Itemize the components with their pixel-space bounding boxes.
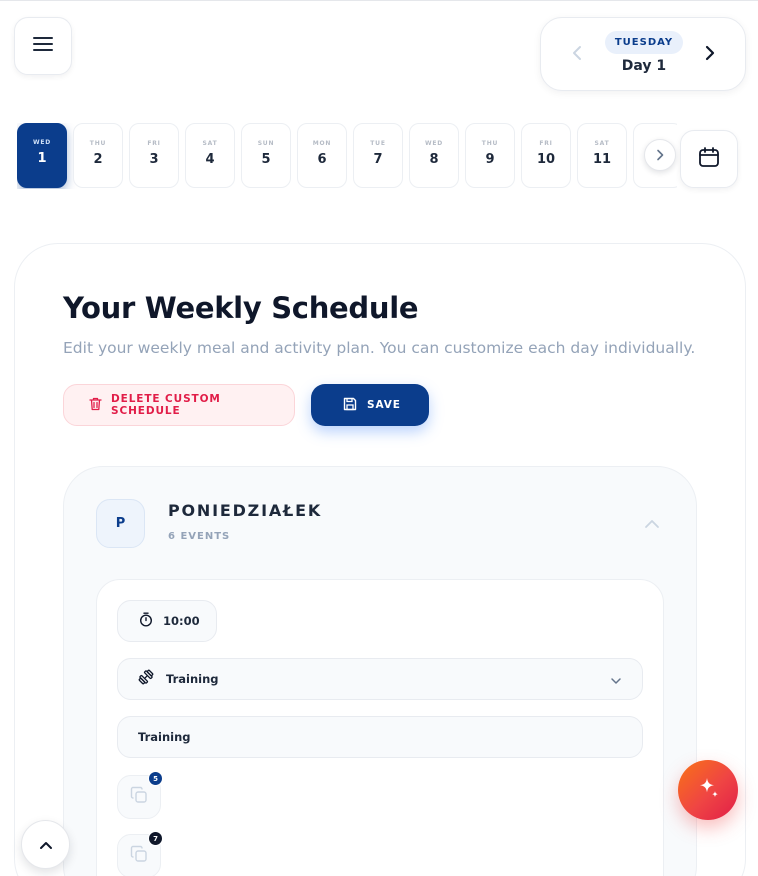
next-day-button[interactable] — [699, 44, 721, 66]
date-chip-3[interactable]: FRI 3 — [129, 123, 179, 188]
scroll-to-top-button[interactable] — [21, 820, 70, 869]
date-chip-8[interactable]: WED 8 — [409, 123, 459, 188]
copy-count-badge: 5 — [148, 771, 163, 786]
event-title-value: Training — [138, 730, 191, 744]
hamburger-icon — [33, 36, 53, 56]
day-name: PONIEDZIAŁEK — [168, 501, 323, 520]
date-chip-weekday: FRI — [539, 140, 553, 147]
chevron-up-icon — [644, 514, 660, 533]
day-event-count: 6 EVENTS — [168, 531, 231, 542]
save-button-label: SAVE — [367, 399, 401, 411]
date-chip-day-number: 10 — [536, 152, 556, 167]
chevron-left-icon — [572, 45, 582, 65]
date-strip: WED 1 THU 2 FRI 3 SAT 4 SUN 5 MON 6 TUE 7 WED 8 THU 9 FRI 1… — [17, 123, 677, 189]
date-chip-day-number: 11 — [592, 152, 612, 167]
delete-custom-schedule-button[interactable]: DELETE CUSTOM SCHEDULE — [63, 384, 295, 426]
date-chip-7[interactable]: TUE 7 — [353, 123, 403, 188]
floppy-disk-icon — [343, 396, 357, 415]
date-chip-day-number: 4 — [205, 152, 215, 167]
top-divider — [0, 0, 758, 1]
event-time-picker[interactable]: 10:00 — [117, 600, 217, 642]
date-chip-1[interactable]: WED 1 — [17, 123, 67, 188]
date-chip-day-number: 1 — [37, 151, 47, 166]
page-subtitle: Edit your weekly meal and activity plan.… — [63, 339, 696, 357]
date-chip-weekday: TUE — [370, 140, 386, 147]
date-chip-weekday: FRI — [147, 140, 161, 147]
day-label: Day 1 — [621, 58, 667, 74]
date-chip-6[interactable]: MON 6 — [297, 123, 347, 188]
chevron-right-icon — [705, 45, 715, 65]
delete-button-label: DELETE CUSTOM SCHEDULE — [111, 393, 221, 417]
chevron-right-icon — [656, 146, 664, 165]
event-type-value: Training — [166, 672, 219, 686]
date-chip-day-number: 5 — [261, 152, 271, 167]
ai-assistant-button[interactable] — [678, 760, 738, 820]
calendar-button[interactable] — [680, 130, 738, 188]
date-chip-day-number: 6 — [317, 152, 327, 167]
sparkle-icon — [695, 775, 721, 805]
date-chip-5[interactable]: SUN 5 — [241, 123, 291, 188]
event-time: 10:00 — [163, 614, 200, 628]
date-chip-weekday: WED — [32, 139, 52, 146]
date-chip-day-number: 2 — [93, 152, 103, 167]
date-chip-weekday: THU — [481, 140, 499, 147]
date-chip-day-number: 8 — [429, 152, 439, 167]
date-chip-day-number: 7 — [373, 152, 383, 167]
chevron-down-icon — [610, 672, 622, 691]
date-chip-day-number: 9 — [485, 152, 495, 167]
trash-icon — [89, 396, 102, 415]
date-chip-2[interactable]: THU 2 — [73, 123, 123, 188]
date-chip-weekday: MON — [312, 140, 332, 147]
collapse-day-button[interactable] — [642, 513, 662, 533]
page-title: Your Weekly Schedule — [63, 291, 419, 325]
menu-button[interactable] — [14, 17, 72, 75]
date-chip-11[interactable]: SAT 11 — [577, 123, 627, 188]
copy-icon — [130, 845, 148, 867]
date-chip-weekday: THU — [89, 140, 107, 147]
previous-day-button[interactable] — [567, 45, 587, 65]
chevron-up-icon — [39, 835, 53, 854]
date-chip-weekday: SUN — [257, 140, 275, 147]
date-strip-scroll-button[interactable] — [644, 139, 676, 171]
save-button[interactable]: SAVE — [311, 384, 429, 426]
event-type-select[interactable]: Training — [117, 658, 643, 700]
copy-count-badge: 7 — [148, 831, 163, 846]
copy-icon — [130, 786, 148, 808]
stopwatch-icon — [139, 612, 153, 631]
day-navigator: TUESDAY Day 1 — [540, 17, 746, 91]
date-chip-9[interactable]: THU 9 — [465, 123, 515, 188]
weekday-badge: TUESDAY — [605, 31, 683, 54]
date-chip-weekday: SAT — [202, 140, 218, 147]
day-avatar: P — [96, 499, 145, 548]
event-title-field[interactable]: Training — [117, 716, 643, 758]
date-chip-weekday: WED — [424, 140, 444, 147]
calendar-icon — [698, 146, 720, 172]
date-chip-day-number: 3 — [149, 152, 159, 167]
dumbbell-icon — [138, 669, 154, 689]
date-chip-10[interactable]: FRI 10 — [521, 123, 571, 188]
date-chip-4[interactable]: SAT 4 — [185, 123, 235, 188]
date-chip-weekday: SAT — [594, 140, 610, 147]
